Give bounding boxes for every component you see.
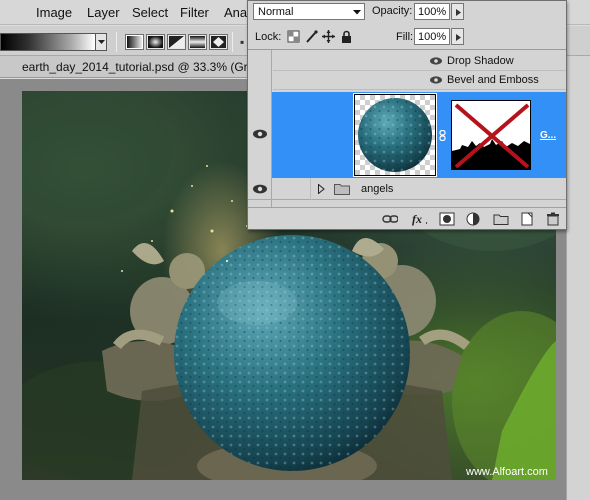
gradient-dropdown-button[interactable] <box>95 33 107 51</box>
watermark-text: www.Alfoart.com <box>465 466 548 478</box>
vertical-scrollbar[interactable] <box>566 56 590 500</box>
opacity-label: Opacity: <box>372 5 413 17</box>
radial-gradient-icon <box>148 36 163 48</box>
layer-name[interactable]: G... <box>540 130 556 141</box>
new-layer-icon[interactable] <box>519 212 535 226</box>
link-layers-icon[interactable] <box>382 212 398 226</box>
expand-arrow-icon[interactable] <box>318 184 325 194</box>
eye-icon <box>253 129 267 139</box>
layers-panel: Normal Opacity: 100% Lock: Fill: 100% Dr… <box>247 0 567 230</box>
eye-icon[interactable] <box>430 57 442 65</box>
adjustment-layer-icon[interactable] <box>465 212 481 226</box>
toolbar-divider <box>232 32 233 52</box>
linear-gradient-button[interactable] <box>125 34 144 50</box>
effect-label: Drop Shadow <box>447 55 514 67</box>
eye-icon[interactable] <box>430 76 442 84</box>
layer-visibility-toggle[interactable] <box>248 92 272 178</box>
fx-icon[interactable]: fx <box>411 212 427 226</box>
menu-layer[interactable]: Layer <box>87 5 120 20</box>
lock-image-pixels-icon[interactable] <box>305 30 318 43</box>
reflected-gradient-icon <box>190 36 205 48</box>
group-name[interactable]: angels <box>361 183 393 195</box>
lock-position-icon[interactable] <box>322 30 335 43</box>
mode-label: ▪ <box>240 35 245 49</box>
folder-icon <box>334 184 350 195</box>
lock-label: Lock: <box>255 31 282 43</box>
chevron-down-icon <box>98 40 105 44</box>
effect-row-bevel-and-emboss[interactable]: Bevel and Emboss <box>273 71 566 90</box>
menu-filter[interactable]: Filter <box>180 5 209 20</box>
linear-gradient-icon <box>127 36 142 48</box>
blend-mode-value: Normal <box>258 6 294 18</box>
eye-icon <box>253 184 267 194</box>
add-mask-icon[interactable] <box>439 212 455 226</box>
fill-input[interactable]: 100% <box>414 28 450 45</box>
layer-list: Drop Shadow Bevel and Emboss G... angels <box>248 49 566 208</box>
chevron-right-icon <box>456 9 461 16</box>
gradient-picker[interactable] <box>0 33 96 51</box>
chevron-down-icon <box>353 10 361 15</box>
opacity-input[interactable]: 100% <box>414 3 450 20</box>
effect-label: Bevel and Emboss <box>447 74 539 86</box>
angle-gradient-icon <box>169 36 184 48</box>
document-tab[interactable]: earth_day_2014_tutorial.psd @ 33.3% (Gro… <box>0 56 261 78</box>
blend-mode-select[interactable]: Normal <box>253 3 365 20</box>
fill-slider-button[interactable] <box>451 28 464 45</box>
chevron-right-icon <box>456 34 461 41</box>
effect-row-drop-shadow[interactable]: Drop Shadow <box>273 52 566 71</box>
diamond-gradient-icon <box>211 36 226 48</box>
delete-layer-icon[interactable] <box>545 212 561 226</box>
globe-thumbnail-icon <box>358 98 432 172</box>
svg-text:fx: fx <box>412 212 422 226</box>
group-layer-row[interactable]: angels <box>248 178 566 200</box>
visibility-column <box>248 50 272 92</box>
layer-mask-thumbnail[interactable] <box>451 100 531 170</box>
layer-thumbnail[interactable] <box>353 93 437 177</box>
opacity-slider-button[interactable] <box>451 3 464 20</box>
lock-transparent-pixels-icon[interactable] <box>287 30 300 43</box>
fill-label: Fill: <box>396 31 414 43</box>
chain-link-icon[interactable] <box>439 130 446 141</box>
selected-layer-row[interactable]: G... <box>248 92 566 178</box>
menu-select[interactable]: Select <box>132 5 168 20</box>
mask-disabled-icon <box>452 103 530 169</box>
lock-all-icon[interactable] <box>340 30 353 43</box>
reflected-gradient-button[interactable] <box>188 34 207 50</box>
group-indent <box>273 178 311 200</box>
diamond-gradient-button[interactable] <box>209 34 228 50</box>
group-visibility-toggle[interactable] <box>248 178 272 200</box>
new-group-icon[interactable] <box>493 212 509 226</box>
radial-gradient-button[interactable] <box>146 34 165 50</box>
menu-image[interactable]: Image <box>36 5 72 20</box>
toolbar-divider <box>116 32 117 52</box>
document-title: earth_day_2014_tutorial.psd @ 33.3% (Gro… <box>22 60 261 74</box>
layers-panel-footer: fx <box>248 207 566 229</box>
angle-gradient-button[interactable] <box>167 34 186 50</box>
